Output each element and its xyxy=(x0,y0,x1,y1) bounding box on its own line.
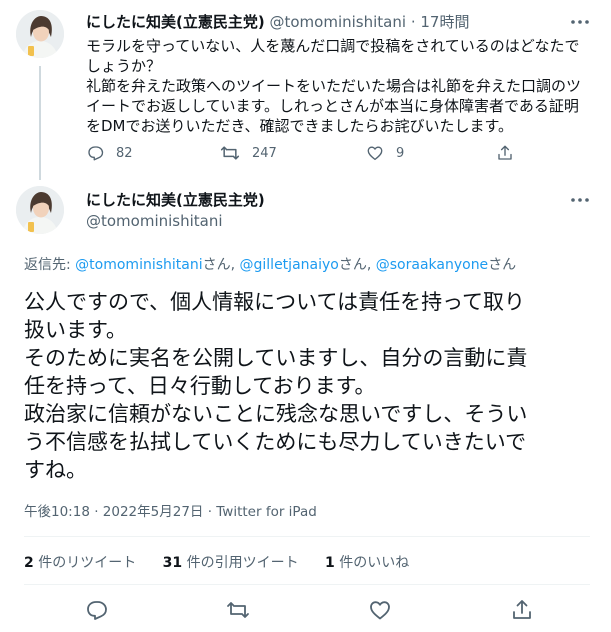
tweet-text-line: う不信感を払拭していくためにも尽力していきたいで xyxy=(24,430,527,454)
separator-dot: · xyxy=(410,13,416,31)
main-tweet-text: 公人ですので、個人情報については責任を持って取り 扱います。 そのために実名を公… xyxy=(24,288,594,484)
retweet-button[interactable] xyxy=(226,598,250,622)
more-options-button[interactable] xyxy=(568,12,592,32)
share-button[interactable] xyxy=(510,598,534,622)
tweet-text-line: 政治家に信頼がないことに残念な思いですし、そうい xyxy=(24,402,528,426)
retweets-label: 件のリツイート xyxy=(33,555,137,571)
more-icon xyxy=(571,20,589,24)
retweet-button[interactable]: 247 xyxy=(220,144,277,162)
avatar-photo xyxy=(16,10,64,58)
tweet-text-line: すね。 xyxy=(24,458,87,482)
like-count: 9 xyxy=(396,145,405,161)
mention-link[interactable]: @gilletjanaiyo xyxy=(240,257,339,273)
reply-icon xyxy=(88,146,104,161)
avatar[interactable] xyxy=(16,10,64,58)
tweet-text-line: 公人ですので、個人情報については責任を持って取り xyxy=(24,290,526,314)
likes-value: 1 xyxy=(325,555,335,571)
quotes-label: 件の引用ツイート xyxy=(182,555,299,571)
tweet-timestamp[interactable]: 午後10:18 · 2022年5月27日 · Twitter for iPad xyxy=(24,500,317,520)
quotes-stat[interactable]: 31 件の引用ツイート xyxy=(163,555,299,571)
retweet-count: 247 xyxy=(252,145,277,161)
avatar[interactable] xyxy=(16,186,64,234)
mention-suffix: さん xyxy=(488,257,517,273)
tweet-text-line: 礼節を弁えた政策へのツイートをいただいた場合は礼節を弁えた口調のツ xyxy=(86,77,582,95)
tweet-text-line: イートでお返ししています。しれっとさんが本当に身体障害者である証明 xyxy=(86,97,579,115)
retweet-icon xyxy=(220,146,240,160)
display-name[interactable]: にしたに知美(立憲民主党) xyxy=(86,191,265,209)
likes-label: 件のいいね xyxy=(334,555,410,571)
likes-stat[interactable]: 1 件のいいね xyxy=(325,555,409,571)
tweet-time[interactable]: 17時間 xyxy=(420,13,469,31)
thread-connector-line xyxy=(39,66,41,180)
tweet-text-line: そのために実名を公開していますし、自分の言動に責 xyxy=(24,346,528,370)
retweets-value: 2 xyxy=(24,555,34,571)
parent-tweet-header: にしたに知美(立憲民主党) @tomominishitani · 17時間 xyxy=(86,12,469,32)
like-icon xyxy=(370,601,390,620)
tweet-stats: 2 件のリツイート 31 件の引用ツイート 1 件のいいね xyxy=(24,552,431,572)
reply-icon xyxy=(87,601,107,620)
divider xyxy=(24,536,590,537)
more-options-button[interactable] xyxy=(568,190,592,210)
like-button[interactable] xyxy=(368,598,392,622)
mention-link[interactable]: @soraakanyone xyxy=(376,257,488,273)
reply-button[interactable]: 82 xyxy=(86,144,133,162)
like-icon xyxy=(367,146,383,161)
tweet-text-line: モラルを守っていない、人を蔑んだ口調で投稿をされているのはどなたで xyxy=(86,37,580,55)
avatar-photo xyxy=(16,186,64,234)
replying-to: 返信先: @tomominishitaniさん, @gilletjanaiyoさ… xyxy=(24,254,516,274)
share-button[interactable] xyxy=(496,144,514,162)
tweet-text-line: しょうか？ xyxy=(86,57,162,75)
more-icon xyxy=(571,198,589,202)
quotes-value: 31 xyxy=(162,555,183,571)
tweet-text-line: をDMでお送りいただき、確認できましたらお詫びいたします。 xyxy=(86,117,513,135)
tweet-text-line: 任を持って、日々行動しております。 xyxy=(24,374,376,398)
reply-button[interactable] xyxy=(84,598,108,622)
retweets-stat[interactable]: 2 件のリツイート xyxy=(24,555,136,571)
reply-prefix: 返信先: xyxy=(24,257,76,273)
tweet-text-line: 扱います。 xyxy=(24,318,127,342)
mention-suffix: さん, xyxy=(338,257,376,273)
main-tweet-header: にしたに知美(立憲民主党) xyxy=(86,190,265,210)
mention-link[interactable]: @tomominishitani xyxy=(75,257,202,273)
like-button[interactable]: 9 xyxy=(366,144,404,162)
display-name[interactable]: にしたに知美(立憲民主党) xyxy=(86,13,265,31)
share-icon xyxy=(513,600,531,619)
reply-count: 82 xyxy=(116,145,133,161)
mention-suffix: さん, xyxy=(202,257,240,273)
user-handle[interactable]: @tomominishitani xyxy=(270,13,407,31)
retweet-icon xyxy=(227,602,249,618)
parent-tweet-text: モラルを守っていない、人を蔑んだ口調で投稿をされているのはどなたで しょうか？ … xyxy=(86,36,591,136)
parent-tweet-actions: 82 247 9 xyxy=(86,144,512,164)
share-icon xyxy=(498,145,512,160)
divider xyxy=(24,584,590,585)
user-handle[interactable]: @tomominishitani xyxy=(86,212,223,230)
main-tweet-actions xyxy=(0,598,611,624)
